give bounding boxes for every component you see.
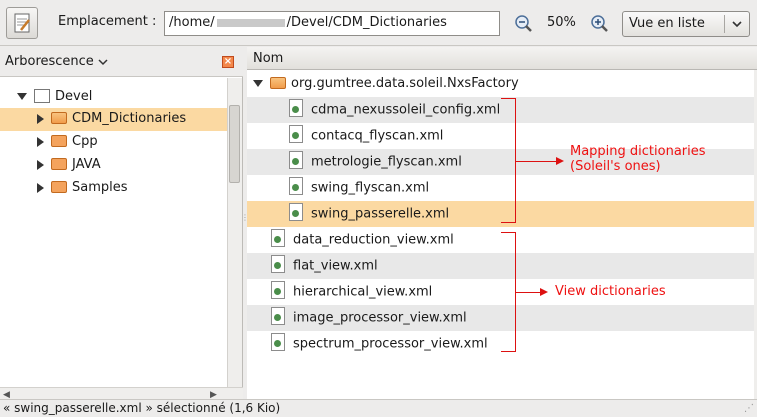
resize-grip-icon[interactable]: ⋰	[744, 403, 754, 414]
path-prefix: /home/	[169, 15, 215, 30]
notepad-icon	[14, 13, 30, 33]
folder-icon	[51, 180, 67, 193]
list-item-label: contacq_flyscan.xml	[311, 128, 444, 144]
list-item-label: image_processor_view.xml	[293, 310, 467, 326]
home-folder-icon	[34, 88, 50, 103]
xml-file-icon	[271, 307, 285, 325]
tree-item-label: Samples	[72, 180, 128, 195]
tree-item-devel[interactable]: Devel	[0, 86, 227, 109]
mapping-annotation-line2: (Soleil's ones)	[570, 159, 661, 174]
list-item-label: org.gumtree.data.soleil.NxsFactory	[291, 76, 519, 91]
tree-item-java[interactable]: JAVA	[0, 154, 227, 177]
column-header-name[interactable]: Nom	[247, 47, 757, 70]
scrollbar-thumb[interactable]	[229, 105, 240, 183]
list-item-label: cdma_nexussoleil_config.xml	[311, 102, 501, 118]
edit-location-button[interactable]	[6, 7, 38, 39]
path-suffix: /Devel/CDM_Dictionaries	[286, 15, 447, 30]
select-separator	[724, 15, 725, 33]
column-header-label: Nom	[253, 51, 284, 66]
list-item-label: flat_view.xml	[293, 258, 378, 274]
status-text: « swing_passerelle.xml » sélectionné (1,…	[3, 401, 281, 415]
expander-icon[interactable]	[253, 80, 263, 87]
mapping-annotation-line1: Mapping dictionaries	[570, 144, 706, 159]
expander-icon[interactable]	[37, 159, 44, 170]
expander-icon[interactable]	[37, 113, 44, 124]
view-mode-label: Vue en liste	[629, 16, 705, 31]
list-item-label: swing_flyscan.xml	[311, 180, 430, 196]
xml-file-icon	[271, 281, 285, 299]
tree-item-label: CDM_Dictionaries	[72, 111, 187, 126]
view-arrow-head	[540, 288, 548, 296]
xml-file-icon	[289, 99, 303, 117]
expander-icon[interactable]	[37, 182, 44, 193]
view-arrow-line	[516, 292, 542, 293]
zoom-level: 50%	[547, 15, 576, 30]
list-item-label: data_reduction_view.xml	[293, 232, 454, 248]
folder-icon	[270, 76, 286, 89]
list-item-label: swing_passerelle.xml	[311, 206, 450, 222]
folder-icon	[51, 134, 67, 147]
tree-pane-header[interactable]: Arborescence	[0, 47, 243, 77]
tree-item-label: Cpp	[72, 134, 98, 149]
xml-file-icon	[271, 333, 285, 351]
xml-file-icon	[289, 125, 303, 143]
tree-item-cpp[interactable]: Cpp	[0, 131, 227, 154]
xml-file-icon	[289, 203, 303, 221]
status-bar: « swing_passerelle.xml » sélectionné (1,…	[0, 399, 757, 417]
tree-item-samples[interactable]: Samples	[0, 177, 227, 200]
chevron-down-icon	[98, 58, 108, 65]
mapping-bracket	[501, 98, 516, 223]
xml-file-icon	[289, 177, 303, 195]
chevron-down-icon	[732, 21, 742, 28]
xml-file-icon	[271, 255, 285, 273]
folder-icon	[51, 157, 67, 170]
view-mode-select[interactable]: Vue en liste	[622, 11, 750, 37]
mapping-arrow-head	[556, 157, 564, 165]
mapping-arrow-line	[516, 161, 558, 162]
close-pane-icon[interactable]: ×	[222, 56, 234, 68]
view-bracket	[501, 232, 516, 352]
tree-item-cdm-dictionaries[interactable]: CDM_Dictionaries	[0, 108, 227, 131]
mapping-annotation: Mapping dictionaries (Soleil's ones)	[570, 144, 706, 174]
zoom-out-icon[interactable]	[514, 14, 534, 34]
list-item-label: metrologie_flyscan.xml	[311, 154, 462, 170]
location-label: Emplacement :	[58, 14, 157, 29]
expander-icon[interactable]	[17, 93, 27, 100]
list-item-label: spectrum_processor_view.xml	[293, 336, 488, 352]
xml-file-icon	[271, 229, 285, 247]
expander-icon[interactable]	[37, 136, 44, 147]
view-annotation: View dictionaries	[555, 284, 666, 299]
tree-pane: Arborescence × Devel CDM_Dictionaries Cp…	[0, 47, 243, 403]
tree-item-label: JAVA	[72, 157, 101, 172]
location-input[interactable]: /home/ /Devel/CDM_Dictionaries	[164, 11, 500, 36]
list-item-folder[interactable]: org.gumtree.data.soleil.NxsFactory	[247, 72, 754, 98]
folder-icon	[51, 111, 67, 124]
list-item-label: hierarchical_view.xml	[293, 284, 433, 300]
redacted-path-segment	[216, 18, 285, 27]
zoom-in-icon[interactable]	[590, 14, 610, 34]
xml-file-icon	[289, 151, 303, 169]
tree-item-label: Devel	[55, 89, 93, 104]
tree-pane-title: Arborescence	[5, 54, 94, 69]
